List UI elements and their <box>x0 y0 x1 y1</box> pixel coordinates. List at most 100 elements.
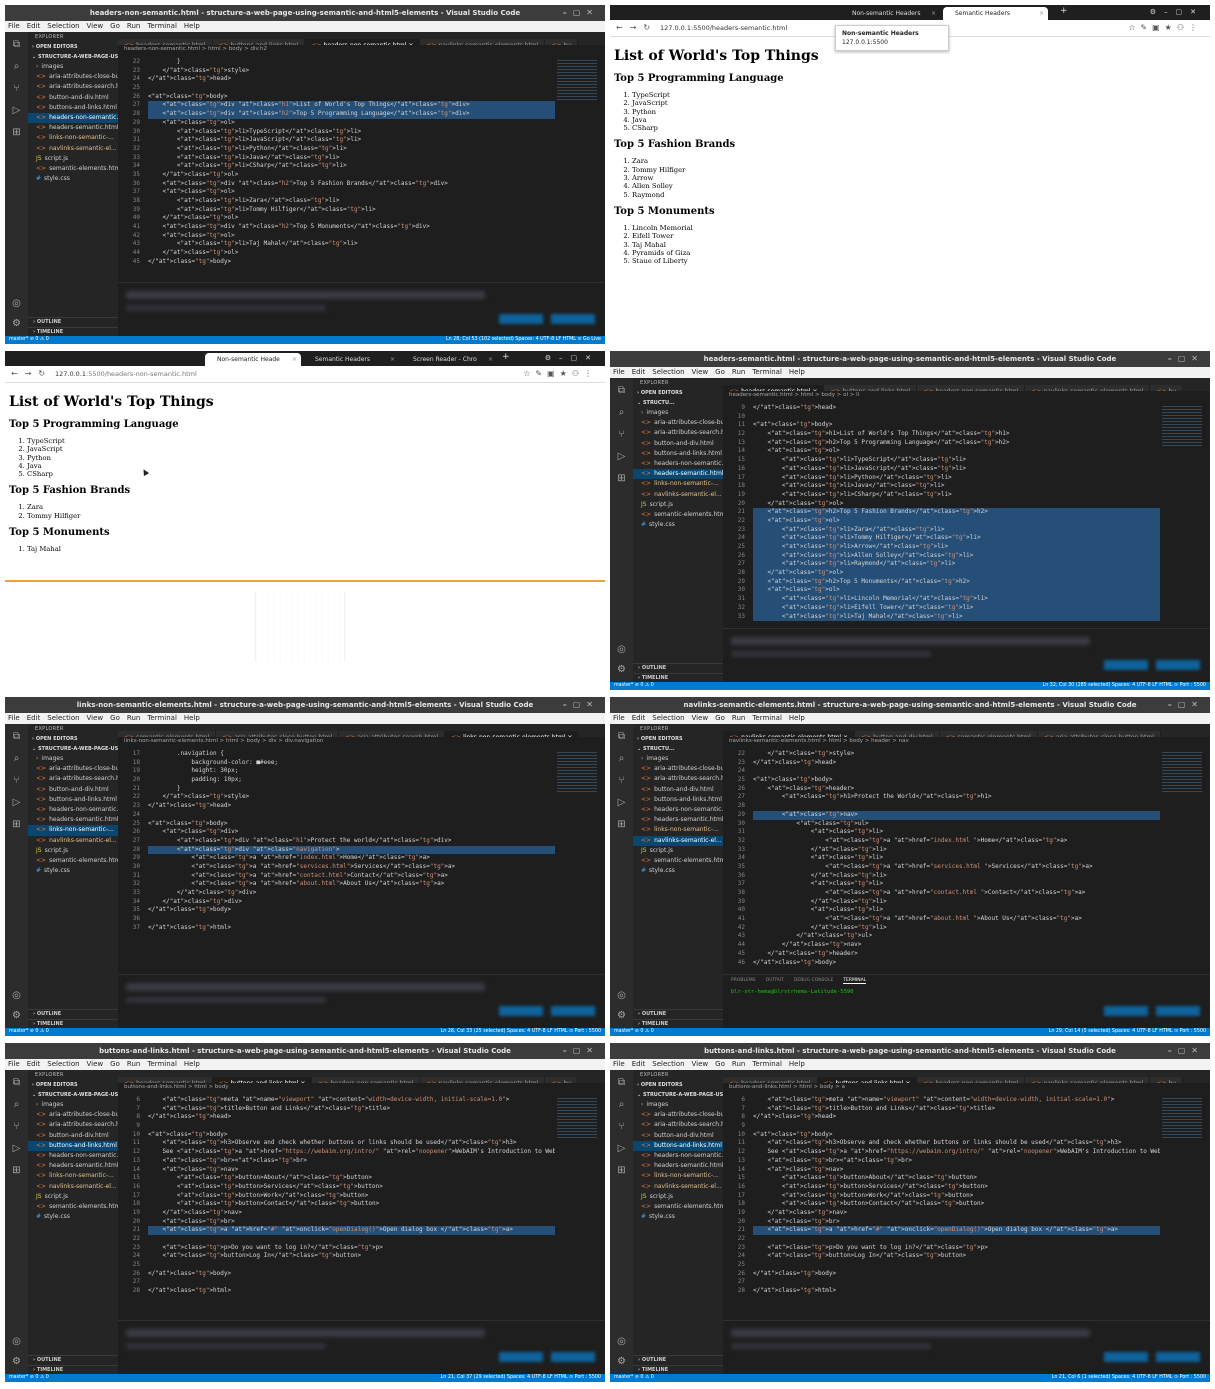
gear-icon[interactable]: ⚙ <box>10 317 23 330</box>
sidebar-file-item[interactable]: <> navlinks-semantic-el... <box>28 1182 118 1192</box>
sidebar-file-item[interactable]: <> buttons-and-links.html <box>28 795 118 805</box>
code-line[interactable]: </"at">class="tg">div> <box>148 889 555 898</box>
menu-item[interactable]: Selection <box>47 1060 79 1068</box>
menu-item[interactable]: View <box>692 1060 709 1068</box>
run-debug-icon[interactable]: ▷ <box>10 1142 23 1155</box>
menu-item[interactable]: Selection <box>47 22 79 30</box>
menu-item[interactable]: Run <box>127 22 140 30</box>
sidebar-file-item[interactable]: <> buttons-and-links.html <box>28 103 118 113</box>
code-line[interactable]: <"at">class="tg">li> <box>753 880 1160 889</box>
outline-section[interactable]: › OUTLINE <box>28 1355 118 1364</box>
window-controls[interactable]: –▢✕ <box>1168 1043 1204 1059</box>
notification-button[interactable] <box>499 1352 543 1362</box>
extensions-icon[interactable]: ⊞ <box>615 818 628 831</box>
sidebar-file-item[interactable]: <>headers-non-semantic.html <box>28 805 118 815</box>
sidebar-file-item[interactable]: <>aria-attributes-close-butt... <box>28 72 118 82</box>
source-control-icon[interactable]: ⑂ <box>10 774 23 787</box>
status-left[interactable]: master* ⊘ 0 ⚠ 0 <box>614 682 654 690</box>
files-icon[interactable]: ⧉ <box>615 384 628 397</box>
code-line[interactable]: </"at">class="tg">ol> <box>148 171 555 180</box>
menu-item[interactable]: Terminal <box>752 714 782 722</box>
code-line[interactable]: See <"at">class="tg">a "at">href="https:… <box>148 1148 555 1157</box>
code-line[interactable]: <"at">class="tg">a "at">href="contact.ht… <box>753 889 1160 898</box>
extensions-icon[interactable]: ⊞ <box>615 472 628 485</box>
menu-item[interactable]: Selection <box>652 714 684 722</box>
sidebar-file-item[interactable]: <>aria-attributes-search.html <box>28 774 118 784</box>
code-line[interactable]: </"at">class="tg">html> <box>148 1287 555 1296</box>
files-icon[interactable]: ⧉ <box>615 1076 628 1089</box>
sidebar-file-item[interactable]: <> semantic-elements.html <box>28 856 118 866</box>
minimap[interactable] <box>1162 406 1202 446</box>
menu-item[interactable]: Selection <box>652 368 684 376</box>
sidebar-file-item[interactable]: <> headers-semantic.html <box>633 815 723 825</box>
sidebar-file-item[interactable]: <> headers-semantic.html <box>28 1161 118 1171</box>
menu-item[interactable]: View <box>692 368 709 376</box>
code-line[interactable]: <"at">class="tg">meta "at">name="viewpor… <box>753 1096 1160 1105</box>
close-icon[interactable]: × <box>931 7 936 20</box>
code-line[interactable]: <"at">class="tg">a "at">href="about.html… <box>753 915 1160 924</box>
sidebar-file-item[interactable]: <> links-non-semantic-... <box>633 479 723 489</box>
menu-item[interactable]: Selection <box>47 714 79 722</box>
sidebar-file-item[interactable]: <>aria-attributes-close-butt... <box>633 1110 723 1120</box>
menu-item[interactable]: Help <box>789 714 805 722</box>
code-line[interactable]: <"at">class="tg">body> <box>753 776 1160 785</box>
code-line[interactable]: <"at">class="tg">body> <box>148 93 555 102</box>
code-line[interactable] <box>753 1261 1160 1270</box>
status-right[interactable]: Ln 21, Col 37 (29 selected) Spaces: 4 UT… <box>441 1374 601 1382</box>
menu-item[interactable]: Edit <box>27 1060 41 1068</box>
sidebar-file-item[interactable]: <> navlinks-semantic-el... <box>28 836 118 846</box>
code-line[interactable]: <"at">class="tg">li>Python</"at">class="… <box>753 474 1160 483</box>
gear-icon[interactable]: ⚙ <box>10 1355 23 1368</box>
menu-item[interactable]: Terminal <box>752 1060 782 1068</box>
code-lines[interactable]: <"at">class="tg">meta "at">name="viewpor… <box>148 1096 555 1296</box>
code-line[interactable]: <"at">class="tg">h3>Observe and check wh… <box>753 1139 1160 1148</box>
code-line[interactable]: <"at">class="tg">h1>List of World's Top … <box>753 430 1160 439</box>
minimap[interactable] <box>1162 1098 1202 1138</box>
menu-item[interactable]: Go <box>110 22 120 30</box>
sidebar-file-item[interactable]: <> headers-semantic.html <box>28 123 118 133</box>
menu-item[interactable]: Help <box>184 714 200 722</box>
sidebar-file-item[interactable]: <> links-non-semantic-... <box>28 1171 118 1181</box>
code-line[interactable]: <"at">class="tg">li>Zara</"at">class="tg… <box>753 525 1160 535</box>
timeline-section[interactable]: › TIMELINE <box>633 1365 723 1374</box>
menu-item[interactable]: Edit <box>632 714 646 722</box>
code-editor[interactable]: 22 23 24 25 26 27 28 29 30 31 32 33 34 35 36 37 38 39 40 41… <box>118 54 605 336</box>
code-line[interactable]: </"at">class="tg">ol> <box>148 214 555 223</box>
code-line[interactable] <box>148 1235 555 1244</box>
code-editor[interactable]: 17 18 19 20 21 22 23 24 25 26 27 28 29 30 31 32 33 34 35 36… <box>118 746 605 1028</box>
sidebar-file-item[interactable]: › images <box>28 1100 118 1110</box>
sidebar-file-item[interactable]: <> navlinks-semantic-el... <box>28 144 118 154</box>
menu-item[interactable]: Go <box>715 1060 725 1068</box>
code-line[interactable]: </"at">class="tg">nav> <box>148 1209 555 1218</box>
menu-item[interactable]: Go <box>110 714 120 722</box>
code-line[interactable]: <"at">class="tg">div "at">class="navigat… <box>148 845 555 855</box>
panel-tab[interactable]: PROBLEMS <box>731 978 756 983</box>
sidebar-file-item[interactable]: <> semantic-elements.html <box>28 1202 118 1212</box>
code-line[interactable]: <"at">class="tg">li>Java</"at">class="tg… <box>753 482 1160 491</box>
timeline-section[interactable]: › TIMELINE <box>633 1019 723 1028</box>
code-editor[interactable]: 9 10 11 12 13 14 15 16 17 18 19 20 21 22 23 24 25 26 27 28 2… <box>723 400 1210 682</box>
nav-buttons[interactable]: ←→↻ <box>616 23 657 32</box>
account-icon[interactable]: ◎ <box>615 643 628 656</box>
notification-button[interactable] <box>1156 660 1200 670</box>
extension-icons[interactable]: ☆✎▣★⚇⋮ <box>523 369 597 378</box>
code-line[interactable]: <"at">class="tg">a "at">href="about.html… <box>148 880 555 889</box>
menu-item[interactable]: Edit <box>632 368 646 376</box>
code-line[interactable] <box>753 1235 1160 1244</box>
code-line[interactable]: <"at">class="tg">body> <box>148 1131 555 1140</box>
code-line[interactable]: <"at">class="tg">li>Allen Solley</"at">c… <box>753 551 1160 561</box>
source-control-icon[interactable]: ⑂ <box>10 82 23 95</box>
gear-icon[interactable]: ⚙ <box>615 1355 628 1368</box>
status-left[interactable]: master* ⊘ 0 ⚠ 0 <box>9 336 49 344</box>
code-line[interactable]: </"at">class="tg">ol> <box>753 569 1160 578</box>
sidebar-file-item[interactable]: # style.css <box>28 174 118 184</box>
code-line[interactable]: } <box>148 58 555 67</box>
tab-non-semantic-headers[interactable]: Non-semantic Headers × <box>840 7 940 20</box>
code-line[interactable]: <"at">class="tg">a "at">href="services.h… <box>753 863 1160 872</box>
menu-item[interactable]: Terminal <box>147 22 177 30</box>
code-line[interactable]: </"at">class="tg">head> <box>148 802 555 811</box>
code-line[interactable]: <"at">class="tg">li>CSharp</"at">class="… <box>753 491 1160 500</box>
status-right[interactable]: Ln 28, Col 53 (102 selected) Spaces: 4 U… <box>446 336 601 344</box>
sidebar-file-item[interactable]: <> button-and-div.html <box>28 93 118 103</box>
code-lines[interactable]: <"at">class="tg">meta "at">name="viewpor… <box>753 1096 1160 1296</box>
